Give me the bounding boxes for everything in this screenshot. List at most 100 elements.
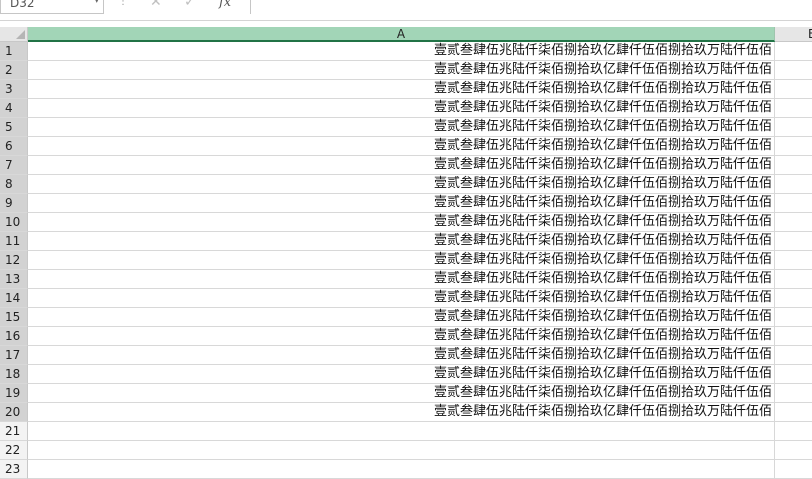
row-header[interactable]: 8 (0, 175, 28, 194)
cell-b[interactable] (775, 441, 812, 460)
row-header[interactable]: 13 (0, 270, 28, 289)
cell-b[interactable] (775, 80, 812, 99)
cell-a[interactable]: 壹贰叁肆伍兆陆仟柒佰捌拾玖亿肆仟伍佰捌拾玖万陆仟伍佰 (28, 384, 775, 403)
row-header[interactable]: 7 (0, 156, 28, 175)
cell-a[interactable]: 壹贰叁肆伍兆陆仟柒佰捌拾玖亿肆仟伍佰捌拾玖万陆仟伍佰 (28, 118, 775, 137)
formula-input[interactable] (250, 0, 812, 14)
cell-a[interactable] (28, 441, 775, 460)
table-row: 10 壹贰叁肆伍兆陆仟柒佰捌拾玖亿肆仟伍佰捌拾玖万陆仟伍佰 (0, 213, 812, 232)
cell-a[interactable]: 壹贰叁肆伍兆陆仟柒佰捌拾玖亿肆仟伍佰捌拾玖万陆仟伍佰 (28, 346, 775, 365)
cancel-icon[interactable]: ✕ (150, 0, 162, 10)
table-row: 12 壹贰叁肆伍兆陆仟柒佰捌拾玖亿肆仟伍佰捌拾玖万陆仟伍佰 (0, 251, 812, 270)
cell-b[interactable] (775, 270, 812, 289)
cell-a[interactable]: 壹贰叁肆伍兆陆仟柒佰捌拾玖亿肆仟伍佰捌拾玖万陆仟伍佰 (28, 42, 775, 61)
row-header[interactable]: 14 (0, 289, 28, 308)
row-header[interactable]: 17 (0, 346, 28, 365)
cell-b[interactable] (775, 175, 812, 194)
row-header[interactable]: 3 (0, 80, 28, 99)
cell-b[interactable] (775, 251, 812, 270)
drag-handle-icon[interactable]: ⋮ (118, 0, 128, 7)
row-header[interactable]: 12 (0, 251, 28, 270)
row-header[interactable]: 22 (0, 441, 28, 460)
table-row: 7 壹贰叁肆伍兆陆仟柒佰捌拾玖亿肆仟伍佰捌拾玖万陆仟伍佰 (0, 156, 812, 175)
cell-a[interactable]: 壹贰叁肆伍兆陆仟柒佰捌拾玖亿肆仟伍佰捌拾玖万陆仟伍佰 (28, 308, 775, 327)
select-all-triangle-icon (16, 30, 25, 39)
table-row: 16 壹贰叁肆伍兆陆仟柒佰捌拾玖亿肆仟伍佰捌拾玖万陆仟伍佰 (0, 327, 812, 346)
cell-a[interactable]: 壹贰叁肆伍兆陆仟柒佰捌拾玖亿肆仟伍佰捌拾玖万陆仟伍佰 (28, 365, 775, 384)
cell-a[interactable]: 壹贰叁肆伍兆陆仟柒佰捌拾玖亿肆仟伍佰捌拾玖万陆仟伍佰 (28, 213, 775, 232)
cell-b[interactable] (775, 213, 812, 232)
table-row: 13 壹贰叁肆伍兆陆仟柒佰捌拾玖亿肆仟伍佰捌拾玖万陆仟伍佰 (0, 270, 812, 289)
cell-a[interactable]: 壹贰叁肆伍兆陆仟柒佰捌拾玖亿肆仟伍佰捌拾玖万陆仟伍佰 (28, 80, 775, 99)
row-header[interactable]: 21 (0, 422, 28, 441)
row-header[interactable]: 2 (0, 61, 28, 80)
cell-b[interactable] (775, 61, 812, 80)
row-header[interactable]: 4 (0, 99, 28, 118)
cell-b[interactable] (775, 327, 812, 346)
select-all-button[interactable] (0, 27, 28, 42)
formula-bar: D32 ▾ ⋮ ✕ ✓ fx (0, 0, 812, 21)
spreadsheet-app: D32 ▾ ⋮ ✕ ✓ fx A B 1壹贰叁肆伍兆陆仟柒佰捌拾玖亿肆仟伍佰捌拾… (0, 0, 812, 479)
cell-a[interactable]: 壹贰叁肆伍兆陆仟柒佰捌拾玖亿肆仟伍佰捌拾玖万陆仟伍佰 (28, 137, 775, 156)
cell-b[interactable] (775, 42, 812, 61)
enter-icon[interactable]: ✓ (184, 0, 196, 10)
cell-b[interactable] (775, 99, 812, 118)
cell-b[interactable] (775, 403, 812, 422)
name-box[interactable]: D32 ▾ (0, 0, 104, 14)
cell-b[interactable] (775, 308, 812, 327)
cell-a[interactable]: 壹贰叁肆伍兆陆仟柒佰捌拾玖亿肆仟伍佰捌拾玖万陆仟伍佰 (28, 232, 775, 251)
column-header-a[interactable]: A (28, 27, 775, 42)
cell-a[interactable]: 壹贰叁肆伍兆陆仟柒佰捌拾玖亿肆仟伍佰捌拾玖万陆仟伍佰 (28, 99, 775, 118)
cell-a[interactable]: 壹贰叁肆伍兆陆仟柒佰捌拾玖亿肆仟伍佰捌拾玖万陆仟伍佰 (28, 61, 775, 80)
grid-rows: 1 壹贰叁肆伍兆陆仟柒佰捌拾玖亿肆仟伍佰捌拾玖万陆仟伍佰 2 壹贰叁肆伍兆陆仟柒佰捌拾… (0, 42, 812, 479)
insert-function-icon[interactable]: fx (219, 0, 231, 10)
row-header[interactable]: 5 (0, 118, 28, 137)
row-header[interactable]: 11 (0, 232, 28, 251)
cell-a[interactable] (28, 460, 775, 479)
cell-b[interactable] (775, 460, 812, 479)
cell-a[interactable]: 壹贰叁肆伍兆陆仟柒佰捌拾玖亿肆仟伍佰捌拾玖万陆仟伍佰 (28, 156, 775, 175)
table-row: 15 壹贰叁肆伍兆陆仟柒佰捌拾玖亿肆仟伍佰捌拾玖万陆仟伍佰 (0, 308, 812, 327)
row-header[interactable]: 9 (0, 194, 28, 213)
cell-a[interactable]: 壹贰叁肆伍兆陆仟柒佰捌拾玖亿肆仟伍佰捌拾玖万陆仟伍佰 (28, 194, 775, 213)
cell-a[interactable] (28, 422, 775, 441)
cell-b[interactable] (775, 422, 812, 441)
table-row: 14 壹贰叁肆伍兆陆仟柒佰捌拾玖亿肆仟伍佰捌拾玖万陆仟伍佰 (0, 289, 812, 308)
cell-a[interactable]: 壹贰叁肆伍兆陆仟柒佰捌拾玖亿肆仟伍佰捌拾玖万陆仟伍佰 (28, 289, 775, 308)
cell-a[interactable]: 壹贰叁肆伍兆陆仟柒佰捌拾玖亿肆仟伍佰捌拾玖万陆仟伍佰 (28, 403, 775, 422)
table-row: 6 壹贰叁肆伍兆陆仟柒佰捌拾玖亿肆仟伍佰捌拾玖万陆仟伍佰 (0, 137, 812, 156)
cell-b[interactable] (775, 365, 812, 384)
row-header[interactable]: 18 (0, 365, 28, 384)
table-row: 8 壹贰叁肆伍兆陆仟柒佰捌拾玖亿肆仟伍佰捌拾玖万陆仟伍佰 (0, 175, 812, 194)
cell-b[interactable] (775, 156, 812, 175)
table-row: 11 壹贰叁肆伍兆陆仟柒佰捌拾玖亿肆仟伍佰捌拾玖万陆仟伍佰 (0, 232, 812, 251)
row-header[interactable]: 6 (0, 137, 28, 156)
table-row: 9 壹贰叁肆伍兆陆仟柒佰捌拾玖亿肆仟伍佰捌拾玖万陆仟伍佰 (0, 194, 812, 213)
row-header[interactable]: 10 (0, 213, 28, 232)
cell-b[interactable] (775, 194, 812, 213)
cell-a[interactable]: 壹贰叁肆伍兆陆仟柒佰捌拾玖亿肆仟伍佰捌拾玖万陆仟伍佰 (28, 270, 775, 289)
cell-b[interactable] (775, 346, 812, 365)
table-row: 4 壹贰叁肆伍兆陆仟柒佰捌拾玖亿肆仟伍佰捌拾玖万陆仟伍佰 (0, 99, 812, 118)
cell-b[interactable] (775, 118, 812, 137)
table-row: 21 (0, 422, 812, 441)
cell-a[interactable]: 壹贰叁肆伍兆陆仟柒佰捌拾玖亿肆仟伍佰捌拾玖万陆仟伍佰 (28, 327, 775, 346)
cell-b[interactable] (775, 137, 812, 156)
column-header-b[interactable]: B (775, 27, 812, 42)
table-row: 17 壹贰叁肆伍兆陆仟柒佰捌拾玖亿肆仟伍佰捌拾玖万陆仟伍佰 (0, 346, 812, 365)
cell-a[interactable]: 壹贰叁肆伍兆陆仟柒佰捌拾玖亿肆仟伍佰捌拾玖万陆仟伍佰 (28, 175, 775, 194)
row-header[interactable]: 16 (0, 327, 28, 346)
row-header[interactable]: 19 (0, 384, 28, 403)
table-row: 5 壹贰叁肆伍兆陆仟柒佰捌拾玖亿肆仟伍佰捌拾玖万陆仟伍佰 (0, 118, 812, 137)
row-header[interactable]: 1 (0, 42, 28, 61)
cell-b[interactable] (775, 289, 812, 308)
table-row: 1 壹贰叁肆伍兆陆仟柒佰捌拾玖亿肆仟伍佰捌拾玖万陆仟伍佰 (0, 42, 812, 61)
row-header[interactable]: 20 (0, 403, 28, 422)
cell-b[interactable] (775, 232, 812, 251)
table-row: 18 壹贰叁肆伍兆陆仟柒佰捌拾玖亿肆仟伍佰捌拾玖万陆仟伍佰 (0, 365, 812, 384)
row-header[interactable]: 23 (0, 460, 28, 479)
cell-a[interactable]: 壹贰叁肆伍兆陆仟柒佰捌拾玖亿肆仟伍佰捌拾玖万陆仟伍佰 (28, 251, 775, 270)
row-header[interactable]: 15 (0, 308, 28, 327)
chevron-down-icon[interactable]: ▾ (94, 0, 99, 6)
cell-b[interactable] (775, 384, 812, 403)
